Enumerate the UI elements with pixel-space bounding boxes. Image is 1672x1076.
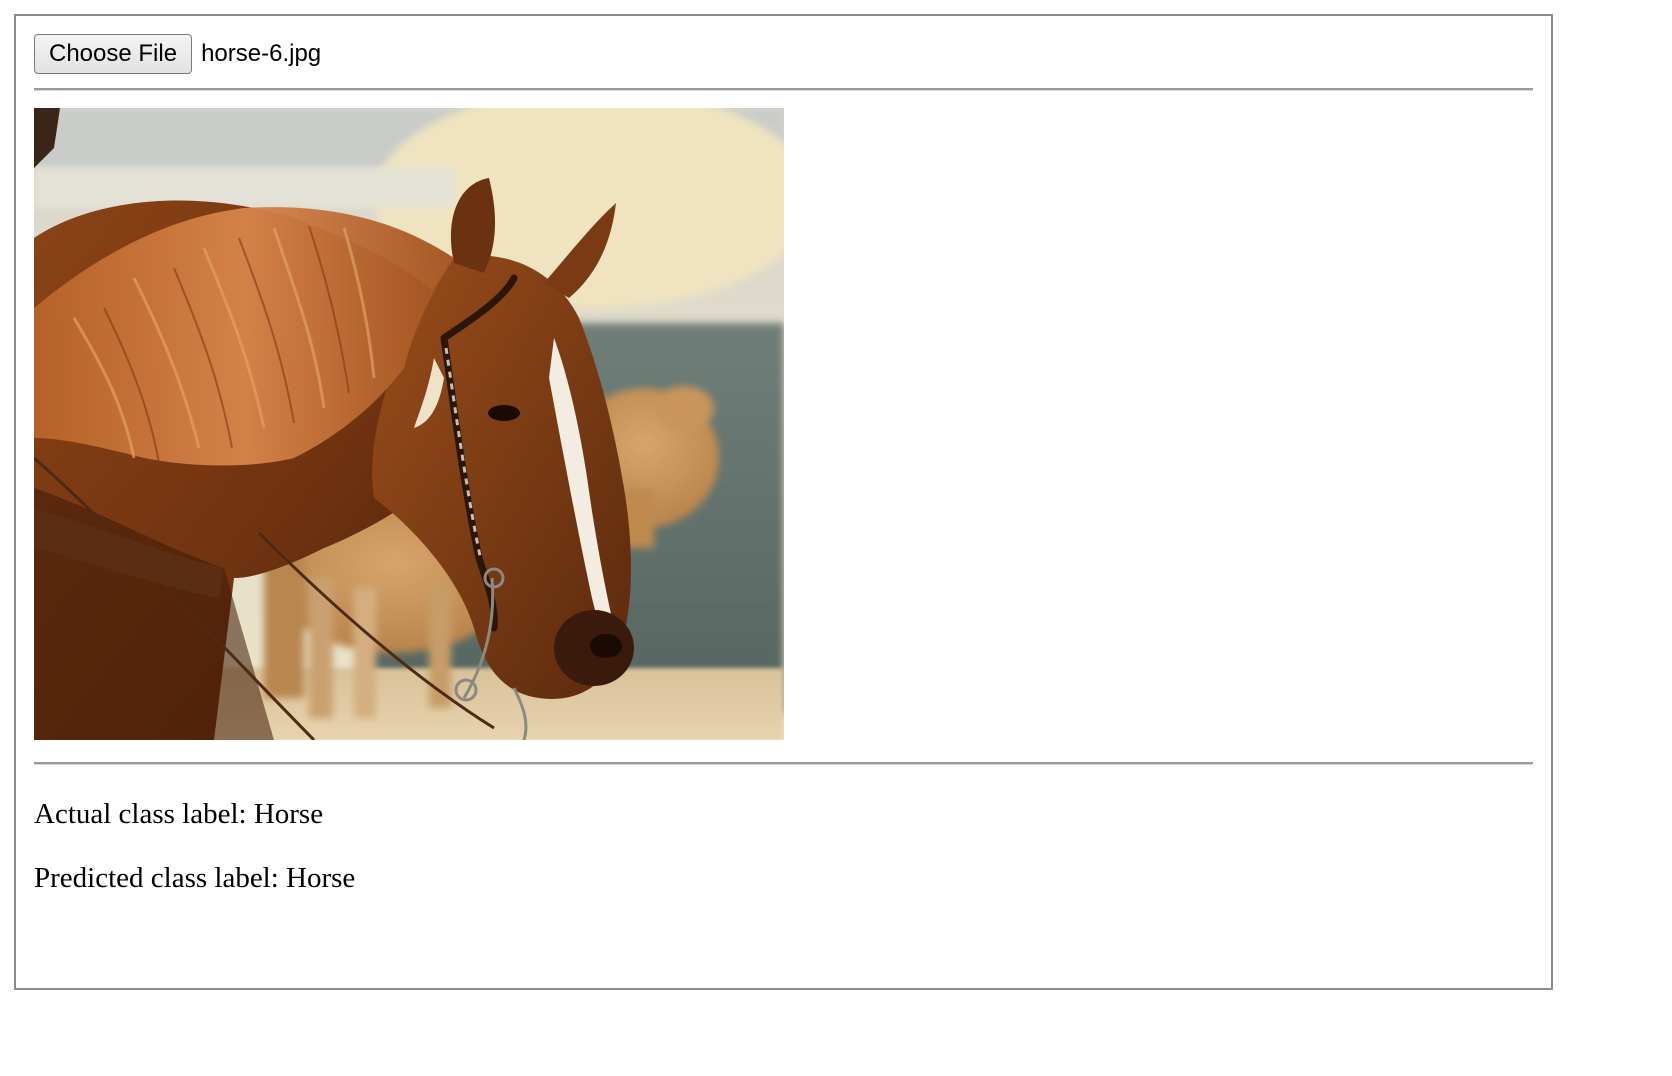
divider-top — [34, 88, 1533, 91]
choose-file-button[interactable]: Choose File — [34, 34, 193, 74]
selected-file-name: horse-6.jpg — [201, 40, 322, 67]
uploaded-image — [34, 108, 784, 740]
actual-class-label: Actual class label: Horse — [34, 798, 324, 830]
divider-bottom — [34, 762, 1533, 765]
file-input[interactable]: Choose File horse-6.jpg — [34, 34, 321, 74]
predicted-class-label: Predicted class label: Horse — [34, 862, 356, 894]
